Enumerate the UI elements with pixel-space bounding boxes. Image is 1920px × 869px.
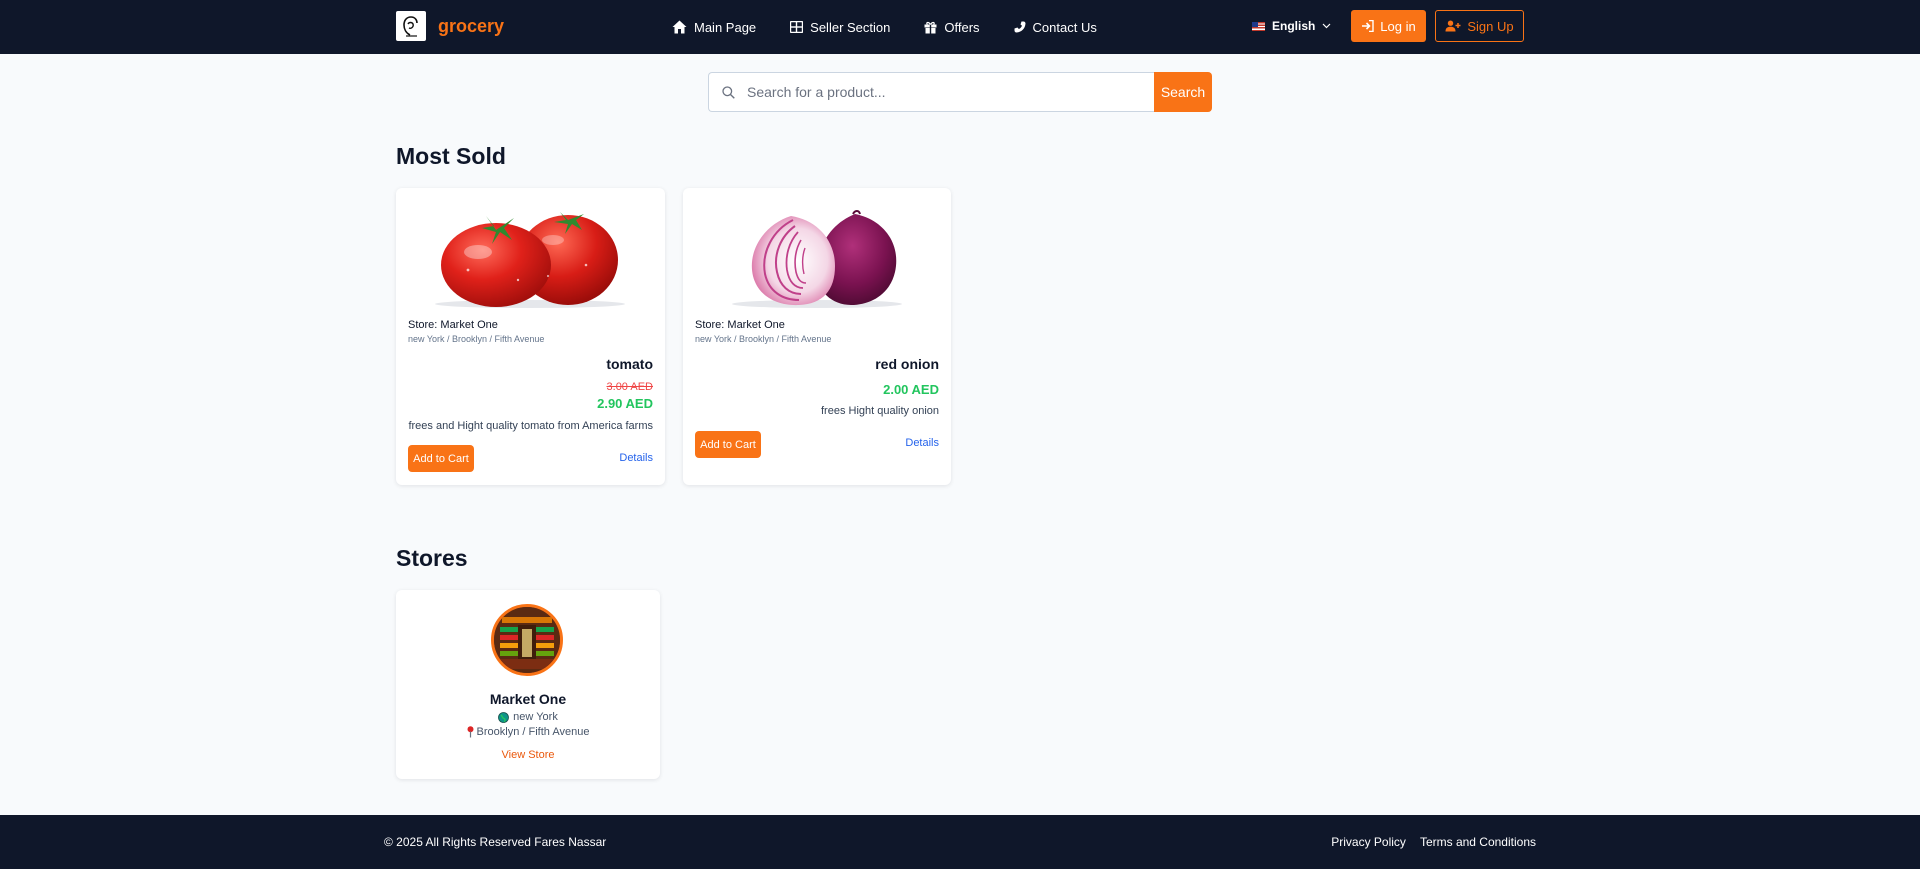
store-name: Market One <box>489 691 567 707</box>
add-to-cart-button[interactable]: Add to Cart <box>408 445 474 472</box>
nav-label: Contact Us <box>1032 19 1097 35</box>
search-bar: Search <box>708 72 1212 112</box>
product-image-tomato[interactable] <box>408 210 652 308</box>
product-location: new York / Brooklyn / Fifth Avenue <box>408 334 545 344</box>
language-selector[interactable]: English <box>1252 19 1331 33</box>
us-flag-icon <box>1252 21 1265 31</box>
login-icon <box>1362 20 1374 32</box>
store-card: Market One new York Brooklyn / Fifth Ave… <box>396 590 660 779</box>
stores-heading: Stores <box>396 545 468 571</box>
brand-name[interactable]: grocery <box>438 16 504 37</box>
signup-label: Sign Up <box>1467 18 1514 34</box>
home-icon <box>672 20 687 34</box>
nav-offers[interactable]: Offers <box>924 19 980 35</box>
search-icon <box>722 85 735 99</box>
store-address: Brooklyn / Fifth Avenue <box>396 726 660 738</box>
product-store: Store: Market One <box>695 319 785 331</box>
product-store: Store: Market One <box>408 319 498 331</box>
details-link[interactable]: Details <box>619 452 653 464</box>
grid-icon <box>790 21 804 33</box>
product-price: 2.00 AED <box>883 382 939 397</box>
product-name: red onion <box>875 356 939 372</box>
nav-label: Seller Section <box>810 19 891 35</box>
main-nav: Main Page Seller Section Offers Contact … <box>672 0 1097 54</box>
product-location: new York / Brooklyn / Fifth Avenue <box>695 334 832 344</box>
nav-label: Offers <box>944 19 980 35</box>
most-sold-heading: Most Sold <box>396 143 506 169</box>
nav-seller-section[interactable]: Seller Section <box>790 20 890 35</box>
add-to-cart-button[interactable]: Add to Cart <box>695 431 761 458</box>
store-address-label: Brooklyn / Fifth Avenue <box>476 726 590 738</box>
product-old-price: 3.00 AED <box>606 381 653 393</box>
brand-logo[interactable] <box>396 11 426 41</box>
nav-contact-us[interactable]: Contact Us <box>1014 20 1097 35</box>
product-price: 2.90 AED <box>597 396 653 411</box>
search-input[interactable] <box>747 84 1127 100</box>
login-label: Log in <box>1380 18 1416 34</box>
nav-main-page[interactable]: Main Page <box>672 20 756 35</box>
language-label: English <box>1272 19 1316 33</box>
phone-icon <box>1014 21 1026 33</box>
gift-icon <box>924 21 937 33</box>
footer-links: Privacy Policy Terms and Conditions <box>1331 835 1536 849</box>
login-button[interactable]: Log in <box>1351 10 1426 42</box>
signup-button[interactable]: Sign Up <box>1435 10 1524 42</box>
pin-icon <box>467 726 474 738</box>
product-description: frees and Hight quality tomato from Amer… <box>408 420 653 432</box>
product-card-red-onion: Store: Market One new York / Brooklyn / … <box>683 188 951 485</box>
view-store-link[interactable]: View Store <box>396 749 660 761</box>
store-avatar[interactable] <box>491 604 563 676</box>
details-link[interactable]: Details <box>905 437 939 449</box>
terms-link[interactable]: Terms and Conditions <box>1420 835 1536 849</box>
search-field[interactable] <box>708 72 1154 112</box>
product-card-tomato: Store: Market One new York / Brooklyn / … <box>396 188 665 485</box>
copyright-text: © 2025 All Rights Reserved Fares Nassar <box>384 835 607 849</box>
product-description: frees Hight quality onion <box>820 405 939 417</box>
store-city-label: new York <box>513 711 558 723</box>
nav-label: Main Page <box>694 19 757 35</box>
store-city: new York <box>396 711 660 723</box>
search-button[interactable]: Search <box>1154 72 1212 112</box>
footer: © 2025 All Rights Reserved Fares Nassar … <box>0 815 1920 869</box>
product-image-red-onion[interactable] <box>695 210 939 308</box>
privacy-policy-link[interactable]: Privacy Policy <box>1331 835 1406 849</box>
globe-icon <box>498 711 510 723</box>
top-navbar: grocery Main Page Seller Section Offers … <box>0 0 1920 54</box>
user-plus-icon <box>1445 20 1461 32</box>
chevron-down-icon <box>1322 23 1331 29</box>
product-name: tomato <box>606 356 653 372</box>
